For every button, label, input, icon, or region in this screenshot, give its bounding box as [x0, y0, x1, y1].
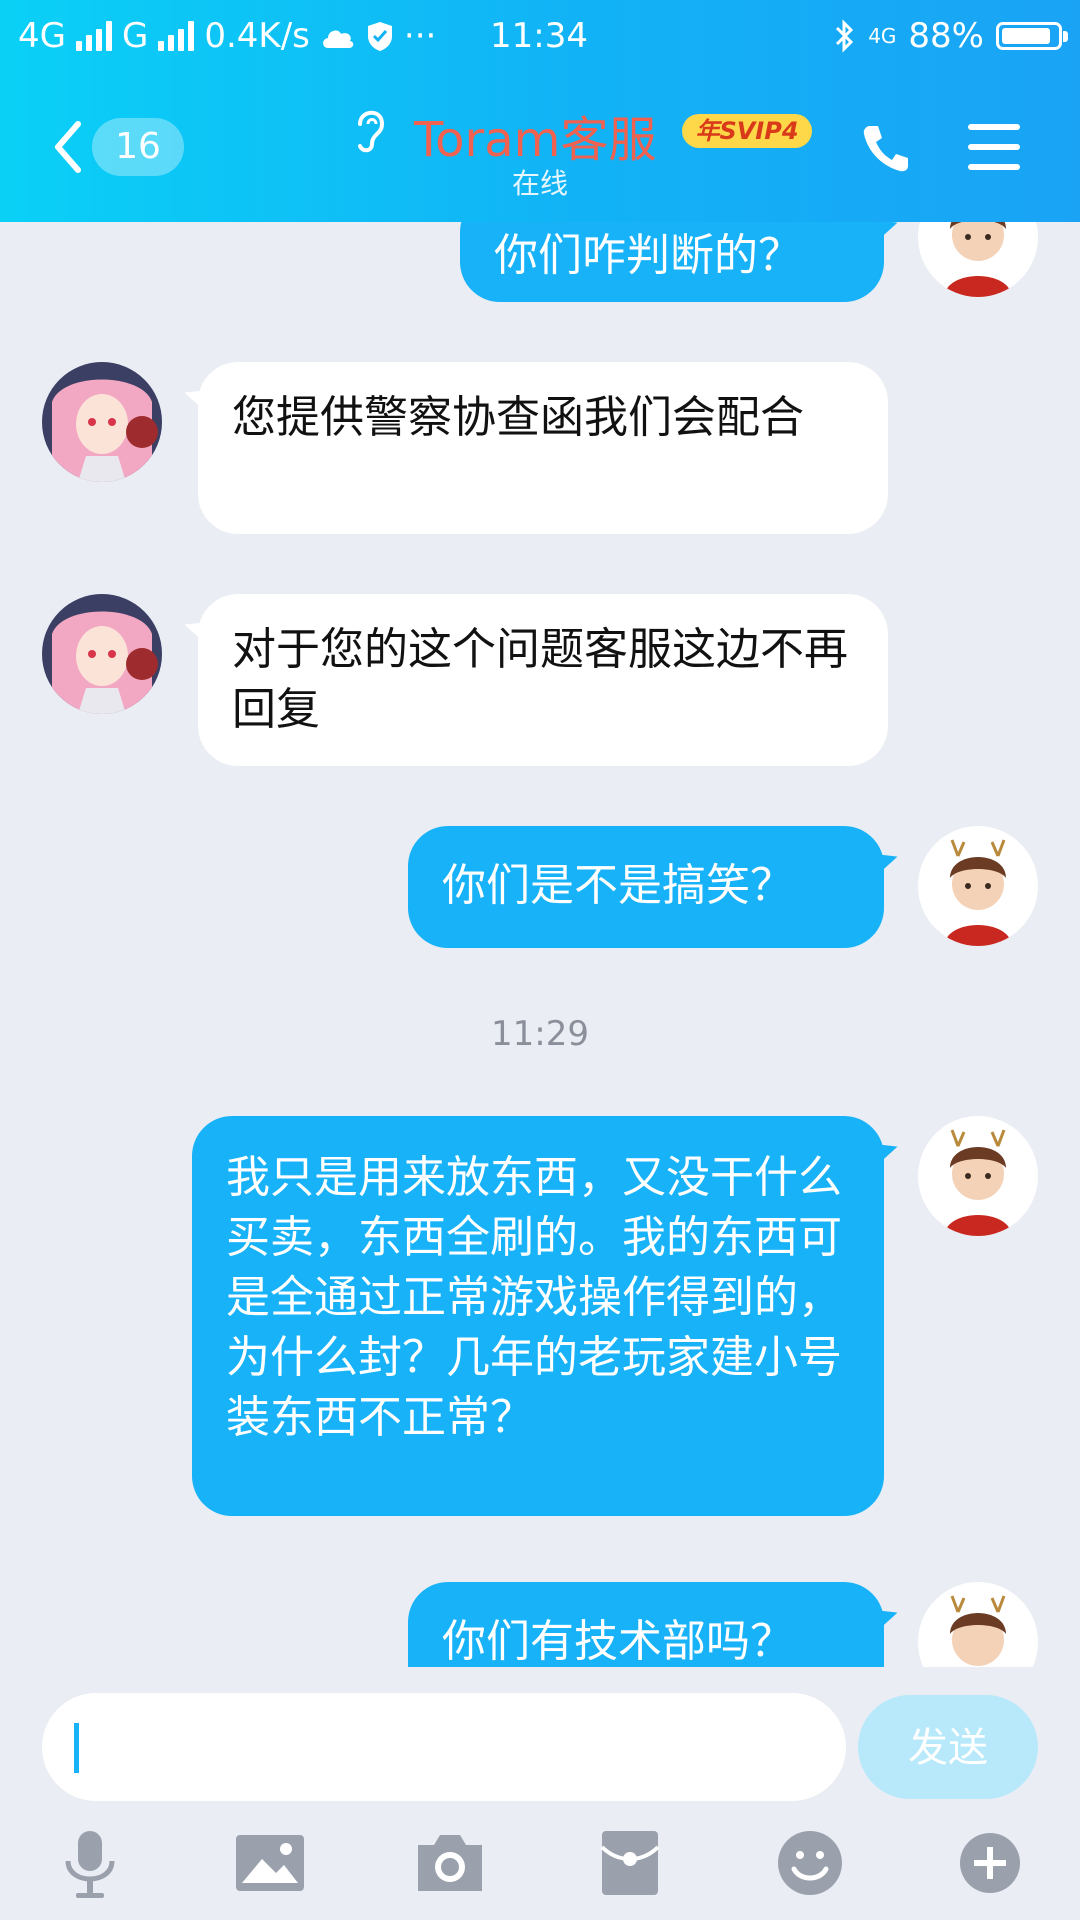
cloud-icon [323, 30, 354, 48]
text-cursor [74, 1723, 79, 1773]
bluetooth-icon [836, 19, 854, 53]
message-bubble-received[interactable]: 对于您的这个问题客服这边不再回复 [198, 594, 888, 766]
emoji-icon[interactable] [770, 1823, 850, 1903]
status-bar: 4G G 0.4K/s ··· 11:34 4G 88% [0, 0, 1080, 74]
send-button[interactable]: 发送 [858, 1695, 1038, 1799]
network-type-label: 4G [18, 16, 66, 56]
menu-icon[interactable] [968, 124, 1024, 170]
message-timestamp: 11:29 [491, 1014, 589, 1054]
battery-fill [1002, 28, 1050, 44]
network-type-label-2: G [121, 16, 149, 56]
phone-icon[interactable] [858, 120, 914, 176]
red-packet-icon[interactable] [590, 1823, 670, 1903]
message-bubble-sent[interactable]: 你们咋判断的？ [460, 222, 884, 302]
clock: 11:34 [490, 16, 588, 56]
my-avatar[interactable] [918, 1116, 1038, 1236]
my-avatar[interactable] [918, 1582, 1038, 1667]
chat-title: Toram客服 [414, 112, 657, 168]
contact-avatar[interactable] [42, 362, 162, 482]
image-icon[interactable] [230, 1823, 310, 1903]
signal-strength-icon-2 [158, 21, 195, 51]
more-notifications-icon: ··· [403, 16, 437, 56]
camera-icon[interactable] [410, 1823, 490, 1903]
my-avatar[interactable] [918, 826, 1038, 946]
message-input[interactable] [42, 1693, 846, 1801]
network-speed: 0.4K/s [204, 16, 310, 56]
message-bubble-received[interactable]: 您提供警察协查函我们会配合 [198, 362, 888, 534]
ear-icon [358, 110, 385, 153]
signal-strength-icon [75, 21, 112, 51]
input-bar: 发送 [0, 1667, 1080, 1920]
mobile-data-label: 4G [868, 24, 897, 48]
chat-title-group[interactable]: Toram客服 年SVIP4 [350, 100, 812, 168]
online-status: 在线 [511, 167, 568, 200]
microphone-icon[interactable] [50, 1823, 130, 1903]
message-bubble-sent[interactable]: 我只是用来放东西，又没干什么买卖，东西全刷的。我的东西可是全通过正常游戏操作得到… [192, 1116, 884, 1516]
battery-icon [996, 22, 1068, 50]
message-list[interactable]: 你们咋判断的？ 您提供警察协查函我们会配合 对于您的这个问题客服这边不再回复 你… [0, 222, 1080, 1667]
shield-icon [367, 22, 392, 51]
message-bubble-sent[interactable]: 你们有技术部吗？ [408, 1582, 884, 1667]
vip-badge: 年SVIP4 [682, 114, 812, 148]
battery-percent: 88% [908, 16, 984, 56]
message-bubble-sent[interactable]: 你们是不是搞笑？ [408, 826, 884, 948]
contact-avatar[interactable] [42, 594, 162, 714]
chat-header: 4G G 0.4K/s ··· 11:34 4G 88% 16 Toram客服 … [0, 0, 1080, 222]
my-avatar[interactable] [918, 222, 1038, 297]
plus-icon[interactable] [950, 1823, 1030, 1903]
